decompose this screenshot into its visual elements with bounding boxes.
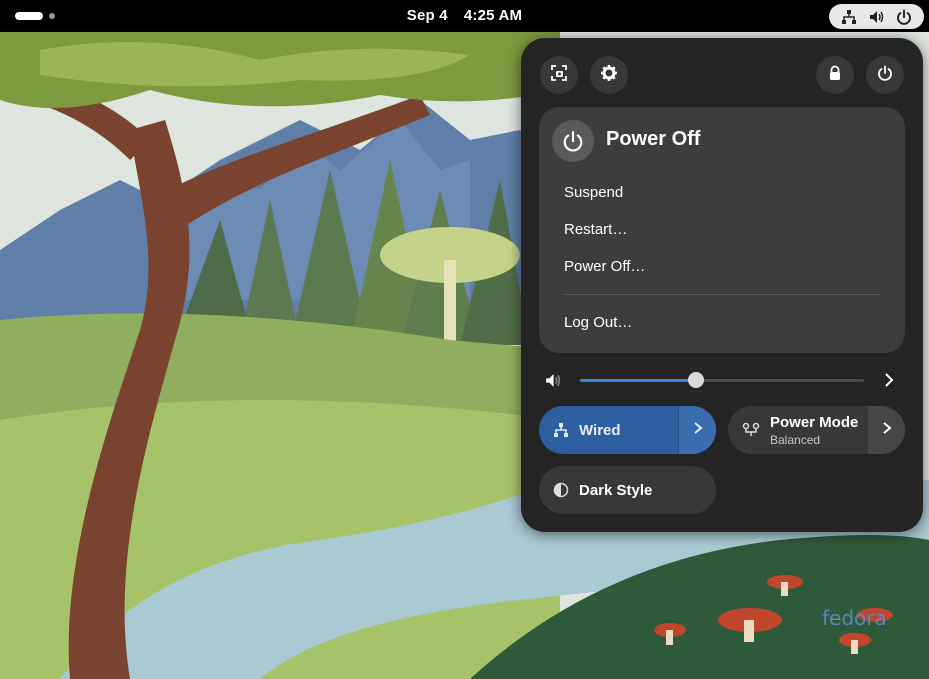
fedora-logo: fedora: [822, 606, 887, 630]
power-mode-toggle[interactable]: Power Mode Balanced: [728, 406, 905, 454]
network-wired-icon: [841, 9, 857, 25]
power-mode-subtitle: Balanced: [770, 432, 821, 447]
submenu-title: Power Off: [606, 128, 701, 150]
dark-mode-icon: [553, 482, 569, 498]
lock-icon: [827, 65, 843, 86]
power-button[interactable]: [866, 56, 904, 94]
network-wired-icon: [553, 422, 569, 438]
power-icon: [877, 65, 893, 86]
log-out-menu-item[interactable]: Log Out…: [564, 314, 632, 331]
restart-menu-item[interactable]: Restart…: [564, 221, 627, 238]
menu-separator: [564, 294, 880, 295]
screenshot-button[interactable]: [540, 56, 578, 94]
power-off-submenu: Power Off Suspend Restart… Power Off… Lo…: [539, 107, 905, 353]
wired-menu-button[interactable]: [678, 406, 716, 454]
audio-output-chevron-icon[interactable]: [882, 371, 896, 394]
wired-label: Wired: [579, 421, 621, 439]
settings-button[interactable]: [590, 56, 628, 94]
clock-time: 4:25 AM: [463, 7, 523, 24]
power-profile-icon: [742, 422, 760, 438]
system-tray[interactable]: [829, 4, 924, 29]
power-mode-menu-button[interactable]: [867, 406, 905, 454]
chevron-right-icon: [692, 420, 704, 441]
volume-slider-fill: [580, 379, 697, 382]
power-off-menu-item[interactable]: Power Off…: [564, 258, 645, 275]
wired-toggle[interactable]: Wired: [539, 406, 716, 454]
screenshot-icon: [550, 64, 568, 87]
volume-slider[interactable]: [580, 372, 864, 388]
volume-slider-handle[interactable]: [688, 372, 705, 388]
dark-style-label: Dark Style: [579, 481, 653, 499]
clock-date: Sep 4: [406, 7, 448, 24]
settings-gear-icon: [600, 64, 618, 87]
power-icon: [896, 9, 912, 25]
power-mode-label: Power Mode: [770, 413, 859, 431]
wired-toggle-main[interactable]: Wired: [539, 406, 678, 454]
top-bar: Sep 4 4:25 AM: [0, 0, 929, 32]
lock-button[interactable]: [816, 56, 854, 94]
chevron-right-icon: [881, 420, 893, 441]
volume-icon: [868, 9, 884, 25]
clock-button[interactable]: Sep 4 4:25 AM: [0, 0, 929, 32]
quick-settings-panel: Power Off Suspend Restart… Power Off… Lo…: [521, 38, 923, 532]
dark-style-toggle-main[interactable]: Dark Style: [539, 466, 716, 514]
suspend-menu-item[interactable]: Suspend: [564, 184, 623, 201]
submenu-power-icon: [552, 120, 594, 162]
dark-style-toggle[interactable]: Dark Style: [539, 466, 716, 514]
power-mode-toggle-main[interactable]: Power Mode Balanced: [728, 406, 867, 454]
volume-icon[interactable]: [544, 372, 561, 394]
